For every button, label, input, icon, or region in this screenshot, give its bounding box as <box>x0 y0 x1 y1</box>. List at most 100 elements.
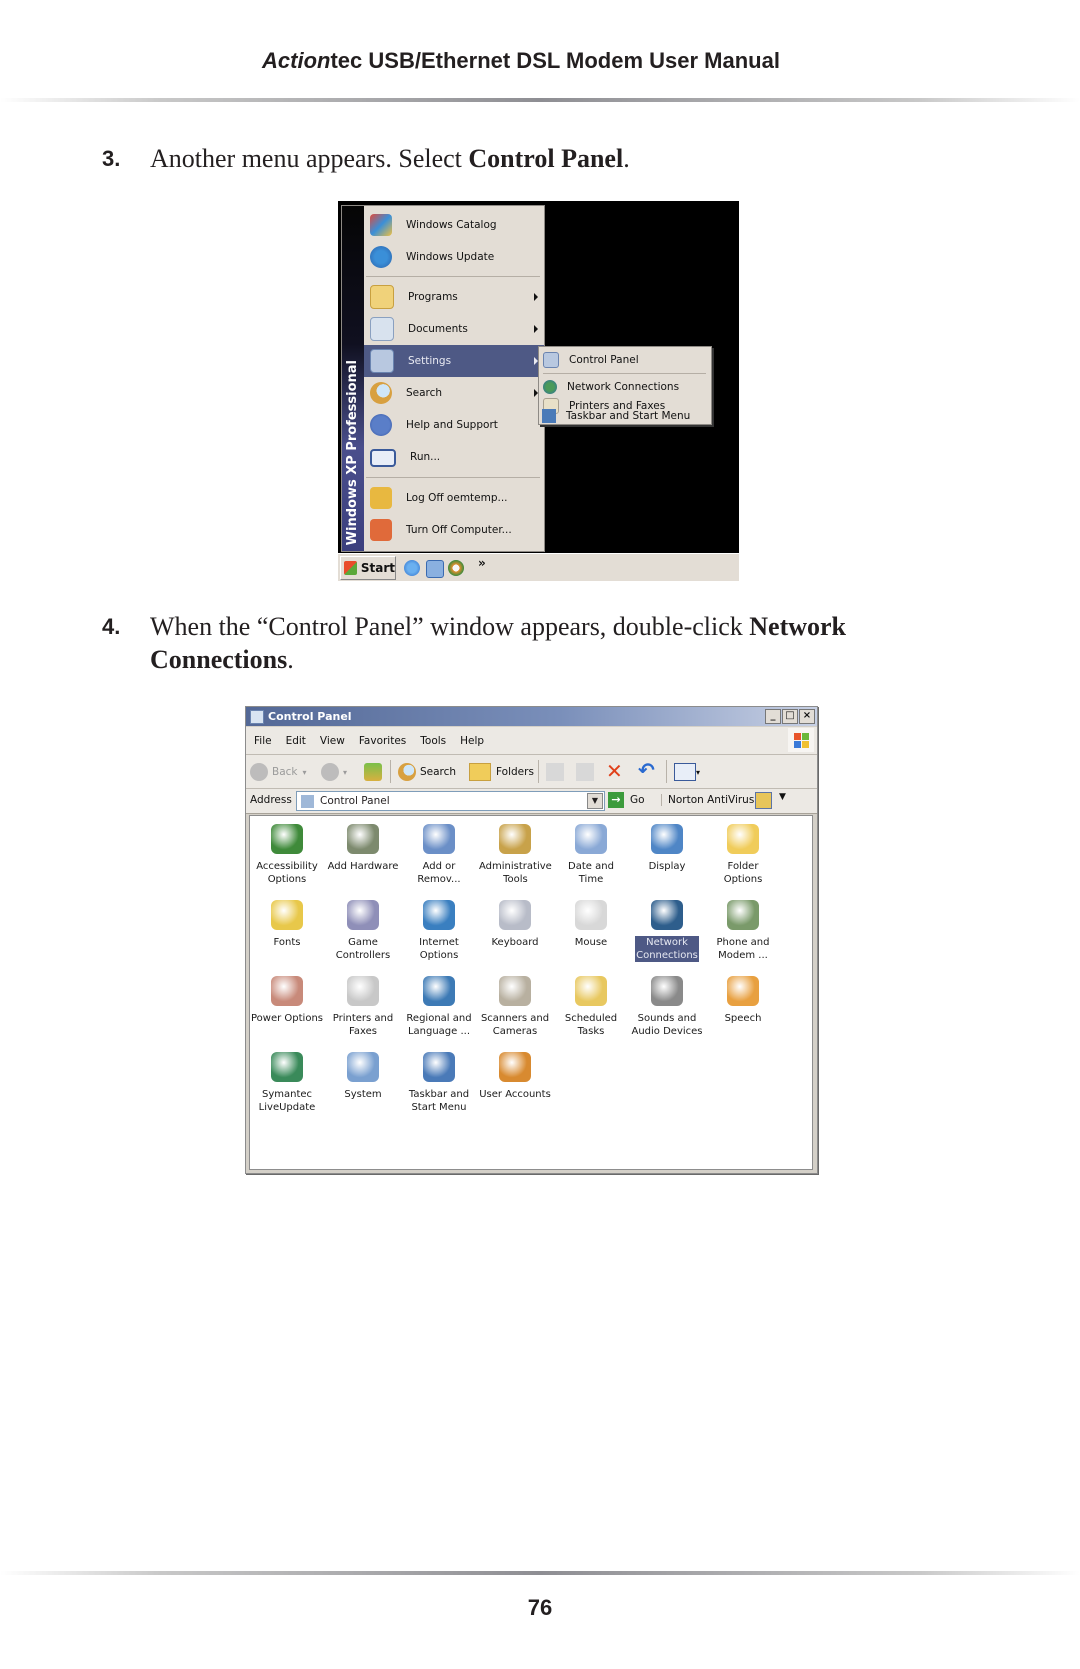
scanners-and-cameras-icon <box>499 976 531 1006</box>
network-connections-icon <box>543 379 557 394</box>
control-panel-item-taskbar-and-start-menu[interactable]: Taskbar and Start Menu <box>402 1052 476 1114</box>
menu-item-turn-off[interactable]: Turn Off Computer... <box>364 514 544 546</box>
network-connections-icon <box>651 900 683 930</box>
menu-edit[interactable]: Edit <box>286 735 306 747</box>
go-label: Go <box>630 794 645 806</box>
step-text: Another menu appears. Select Control Pan… <box>150 142 910 175</box>
undo-button[interactable]: ↶ <box>638 758 655 782</box>
address-dropdown-icon[interactable]: ▼ <box>587 793 603 809</box>
windows-update-icon <box>370 246 392 268</box>
control-panel-item-label: Date and Time <box>568 861 614 885</box>
control-panel-item-label: Folder Options <box>723 861 763 885</box>
start-menu-band: Windows XP Professional <box>342 206 364 551</box>
control-panel-item-symantec-liveupdate[interactable]: Symantec LiveUpdate <box>250 1052 324 1114</box>
control-panel-item-fonts[interactable]: Fonts <box>250 900 324 949</box>
windows-logo-icon <box>788 728 814 752</box>
menu-tools[interactable]: Tools <box>420 735 446 747</box>
control-panel-icon <box>543 351 559 368</box>
control-panel-item-add-or-remov[interactable]: Add or Remov... <box>402 824 476 886</box>
delete-button[interactable]: ✕ <box>606 759 623 783</box>
start-menu: Windows XP Professional Windows Catalog … <box>341 205 545 552</box>
go-button[interactable]: → Go <box>608 792 645 808</box>
menu-item-label: Log Off oemtemp... <box>406 492 508 504</box>
outlook-express-icon[interactable] <box>426 560 444 578</box>
menu-item-search[interactable]: Search <box>364 377 544 409</box>
control-panel-item-scanners-and-cameras[interactable]: Scanners and Cameras <box>478 976 552 1038</box>
toolbar-separator <box>390 760 391 783</box>
quick-launch-chevron-icon[interactable]: » <box>478 556 486 570</box>
menu-item-programs[interactable]: Programs <box>364 281 544 313</box>
maximize-button[interactable]: □ <box>782 709 798 724</box>
up-folder-icon <box>364 763 382 781</box>
control-panel-item-accessibility-options[interactable]: Accessibility Options <box>250 824 324 886</box>
menu-file[interactable]: File <box>254 735 272 747</box>
step-text: When the “Control Panel” window appears,… <box>150 610 890 676</box>
control-panel-item-keyboard[interactable]: Keyboard <box>478 900 552 949</box>
copy-to-button[interactable] <box>576 763 594 781</box>
search-button[interactable]: Search <box>398 763 456 781</box>
minimize-button[interactable]: _ <box>765 709 781 724</box>
media-player-icon[interactable] <box>448 560 464 576</box>
menu-item-help-and-support[interactable]: Help and Support <box>364 409 544 441</box>
keyboard-icon <box>499 900 531 930</box>
control-panel-item-network-connections[interactable]: Network Connections <box>630 900 704 962</box>
control-panel-item-label: Regional and Language ... <box>406 1013 472 1037</box>
control-panel-item-administrative-tools[interactable]: Administrative Tools <box>478 824 552 886</box>
header-title-rest: tec USB/Ethernet DSL Modem User Manual <box>330 48 780 73</box>
menu-help[interactable]: Help <box>460 735 484 747</box>
taskbar-icon <box>542 408 556 423</box>
menu-item-log-off[interactable]: Log Off oemtemp... <box>364 482 544 514</box>
control-panel-item-scheduled-tasks[interactable]: Scheduled Tasks <box>554 976 628 1038</box>
menu-view[interactable]: View <box>320 735 345 747</box>
control-panel-item-regional-and-language[interactable]: Regional and Language ... <box>402 976 476 1038</box>
control-panel-item-display[interactable]: Display <box>630 824 704 873</box>
administrative-tools-icon <box>499 824 531 854</box>
submenu-item-taskbar-and-start-menu[interactable]: Taskbar and Start Menu <box>538 406 710 425</box>
address-input[interactable]: Control Panel ▼ <box>296 791 605 811</box>
internet-explorer-icon[interactable] <box>404 560 420 576</box>
submenu-item-network-connections[interactable]: Network Connections <box>539 377 711 396</box>
control-panel-item-game-controllers[interactable]: Game Controllers <box>326 900 400 962</box>
control-panel-icon <box>301 794 314 808</box>
back-button[interactable]: Back ▾ <box>250 763 307 781</box>
control-panel-item-system[interactable]: System <box>326 1052 400 1101</box>
forward-button[interactable]: ▾ <box>321 763 347 781</box>
menu-item-windows-update[interactable]: Windows Update <box>364 241 544 273</box>
up-folder-button[interactable] <box>364 763 382 781</box>
start-button[interactable]: Start <box>340 556 396 580</box>
search-icon <box>398 763 416 781</box>
submenu-item-control-panel[interactable]: Control Panel <box>539 350 711 369</box>
control-panel-item-mouse[interactable]: Mouse <box>554 900 628 949</box>
control-panel-item-printers-and-faxes[interactable]: Printers and Faxes <box>326 976 400 1038</box>
menu-item-label: Search <box>406 387 443 399</box>
step-number: 4. <box>102 614 121 639</box>
menu-item-windows-catalog[interactable]: Windows Catalog <box>364 209 544 241</box>
menu-favorites[interactable]: Favorites <box>359 735 406 747</box>
control-panel-item-power-options[interactable]: Power Options <box>250 976 324 1025</box>
control-panel-item-add-hardware[interactable]: Add Hardware <box>326 824 400 873</box>
views-button[interactable]: ▾ <box>674 763 700 781</box>
move-to-button[interactable] <box>546 763 564 781</box>
control-panel-item-phone-and-modem[interactable]: Phone and Modem ... <box>706 900 780 962</box>
norton-dropdown-icon[interactable]: ▼ <box>779 792 786 802</box>
control-panel-item-folder-options[interactable]: Folder Options <box>706 824 780 886</box>
start-label: Start <box>360 561 395 575</box>
control-panel-item-sounds-and-audio-devices[interactable]: Sounds and Audio Devices <box>630 976 704 1038</box>
close-button[interactable]: × <box>799 709 815 724</box>
control-panel-item-date-and-time[interactable]: Date and Time <box>554 824 628 886</box>
norton-antivirus-label[interactable]: Norton AntiVirus <box>661 794 754 806</box>
add-or-remov-icon <box>423 824 455 854</box>
menu-item-settings[interactable]: Settings <box>364 345 544 377</box>
control-panel-item-internet-options[interactable]: Internet Options <box>402 900 476 962</box>
menu-item-label: Turn Off Computer... <box>406 524 512 536</box>
menu-item-run[interactable]: Run... <box>364 441 544 473</box>
settings-icon <box>370 349 394 373</box>
menu-item-documents[interactable]: Documents <box>364 313 544 345</box>
control-panel-item-user-accounts[interactable]: User Accounts <box>478 1052 552 1101</box>
speech-icon <box>727 976 759 1006</box>
control-panel-item-speech[interactable]: Speech <box>706 976 780 1025</box>
folders-button[interactable]: Folders <box>469 763 534 781</box>
control-panel-item-label: Add Hardware <box>327 861 399 872</box>
footer-divider <box>0 1571 1080 1575</box>
norton-antivirus-icon[interactable] <box>755 792 772 809</box>
